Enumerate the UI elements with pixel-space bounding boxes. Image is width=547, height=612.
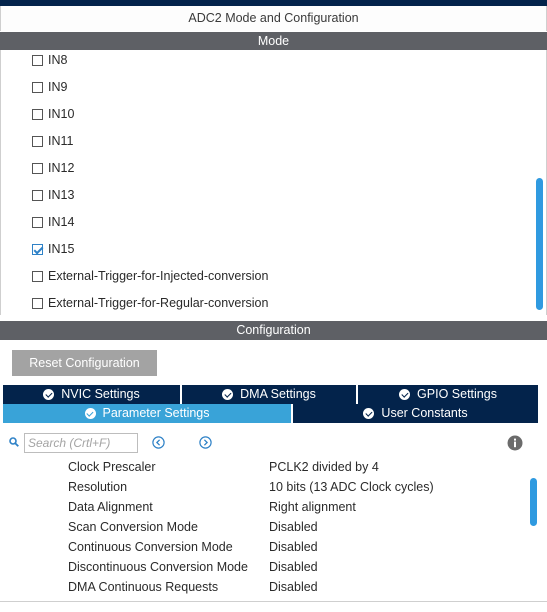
check-circle-icon xyxy=(363,408,375,419)
info-icon[interactable] xyxy=(507,435,523,451)
tab-label: User Constants xyxy=(381,406,468,420)
mode-section-header: Mode xyxy=(0,32,547,51)
param-row-dma-continuous-requests[interactable]: DMA Continuous Requests Disabled xyxy=(68,580,524,598)
search-input[interactable] xyxy=(24,433,138,453)
param-row-scan-conversion-mode[interactable]: Scan Conversion Mode Disabled xyxy=(68,520,524,538)
mode-scrollbar-thumb[interactable] xyxy=(536,178,543,310)
tab-user-constants[interactable]: User Constants xyxy=(293,404,538,423)
mode-item-ext-trigger-regular[interactable]: External-Trigger-for-Regular-conversion xyxy=(32,294,268,312)
param-row-resolution[interactable]: Resolution 10 bits (13 ADC Clock cycles) xyxy=(68,480,524,498)
param-name: Continuous Conversion Mode xyxy=(68,540,233,554)
window-title: ADC2 Mode and Configuration xyxy=(0,6,547,31)
tab-label: DMA Settings xyxy=(240,387,316,401)
mode-item-in14[interactable]: IN14 xyxy=(32,213,74,231)
param-value[interactable]: Disabled xyxy=(269,580,318,598)
check-circle-icon xyxy=(399,389,411,400)
tab-label: GPIO Settings xyxy=(417,387,497,401)
mode-item-label: IN8 xyxy=(48,53,68,67)
ext-trigger-injected-checkbox[interactable] xyxy=(32,270,43,282)
tab-label: NVIC Settings xyxy=(61,387,140,401)
in10-checkbox[interactable] xyxy=(32,108,43,120)
parameter-search-bar xyxy=(4,430,544,456)
in8-checkbox[interactable] xyxy=(32,54,43,66)
param-name: Clock Prescaler xyxy=(68,460,156,474)
search-icon xyxy=(9,437,19,447)
mode-item-label: IN11 xyxy=(48,134,74,148)
mode-item-label: IN12 xyxy=(48,161,75,175)
mode-item-in8[interactable]: IN8 xyxy=(32,51,67,69)
mode-item-in12[interactable]: IN12 xyxy=(32,159,74,177)
reset-configuration-button[interactable]: Reset Configuration xyxy=(12,350,157,376)
previous-arrow-icon[interactable] xyxy=(152,436,165,449)
tab-parameter-settings[interactable]: Parameter Settings xyxy=(3,404,291,423)
mode-scrollbar[interactable] xyxy=(536,50,543,315)
param-name: Scan Conversion Mode xyxy=(68,520,198,534)
tab-dma-settings[interactable]: DMA Settings xyxy=(182,385,356,404)
param-value[interactable]: Right alignment xyxy=(269,500,356,518)
param-value[interactable]: Disabled xyxy=(269,520,318,538)
configuration-section-header: Configuration xyxy=(0,321,547,340)
mode-item-in9[interactable]: IN9 xyxy=(32,78,67,96)
param-value[interactable]: 10 bits (13 ADC Clock cycles) xyxy=(269,480,434,498)
mode-item-in11[interactable]: IN11 xyxy=(32,132,73,150)
mode-item-label: IN9 xyxy=(48,80,68,94)
check-circle-icon xyxy=(84,408,96,419)
mode-item-ext-trigger-injected[interactable]: External-Trigger-for-Injected-conversion xyxy=(32,267,268,285)
in15-checkbox[interactable] xyxy=(32,243,43,255)
parameters-bottom-border xyxy=(0,601,547,605)
mode-item-label: External-Trigger-for-Injected-conversion xyxy=(48,269,269,283)
mode-item-label: IN15 xyxy=(48,242,75,256)
check-circle-icon xyxy=(43,389,55,400)
param-name: Discontinuous Conversion Mode xyxy=(68,560,248,574)
param-value[interactable]: PCLK2 divided by 4 xyxy=(269,460,379,478)
in9-checkbox[interactable] xyxy=(32,81,43,93)
tab-nvic-settings[interactable]: NVIC Settings xyxy=(3,385,180,404)
mode-item-label: External-Trigger-for-Regular-conversion xyxy=(48,296,269,310)
in12-checkbox[interactable] xyxy=(32,162,43,174)
in14-checkbox[interactable] xyxy=(32,216,43,228)
ext-trigger-regular-checkbox[interactable] xyxy=(32,297,43,309)
param-value[interactable]: Disabled xyxy=(269,540,318,558)
mode-item-in10[interactable]: IN10 xyxy=(32,105,74,123)
param-value[interactable]: Disabled xyxy=(269,560,318,578)
tab-gpio-settings[interactable]: GPIO Settings xyxy=(358,385,538,404)
param-name: Data Alignment xyxy=(68,500,153,514)
mode-item-label: IN14 xyxy=(48,215,75,229)
parameters-scrollbar-thumb[interactable] xyxy=(530,478,537,526)
mode-item-label: IN10 xyxy=(48,107,75,121)
param-name: Resolution xyxy=(68,480,128,494)
mode-item-in13[interactable]: IN13 xyxy=(32,186,74,204)
param-row-clock-prescaler[interactable]: Clock Prescaler PCLK2 divided by 4 xyxy=(68,460,524,478)
param-row-discontinuous-conversion-mode[interactable]: Discontinuous Conversion Mode Disabled xyxy=(68,560,524,578)
next-arrow-icon[interactable] xyxy=(199,436,212,449)
mode-item-label: IN13 xyxy=(48,188,75,202)
in11-checkbox[interactable] xyxy=(32,135,43,147)
tab-label: Parameter Settings xyxy=(102,406,210,420)
param-row-data-alignment[interactable]: Data Alignment Right alignment xyxy=(68,500,524,518)
mode-item-in15[interactable]: IN15 xyxy=(32,240,74,258)
adc2-config-window: ADC2 Mode and Configuration Mode IN8 IN9… xyxy=(0,0,547,612)
param-name: DMA Continuous Requests xyxy=(68,580,219,594)
in13-checkbox[interactable] xyxy=(32,189,43,201)
check-circle-icon xyxy=(222,389,234,400)
param-row-continuous-conversion-mode[interactable]: Continuous Conversion Mode Disabled xyxy=(68,540,524,558)
mode-panel: IN8 IN9 IN10 IN11 IN12 IN13 IN14 IN15 Ex… xyxy=(0,50,547,315)
